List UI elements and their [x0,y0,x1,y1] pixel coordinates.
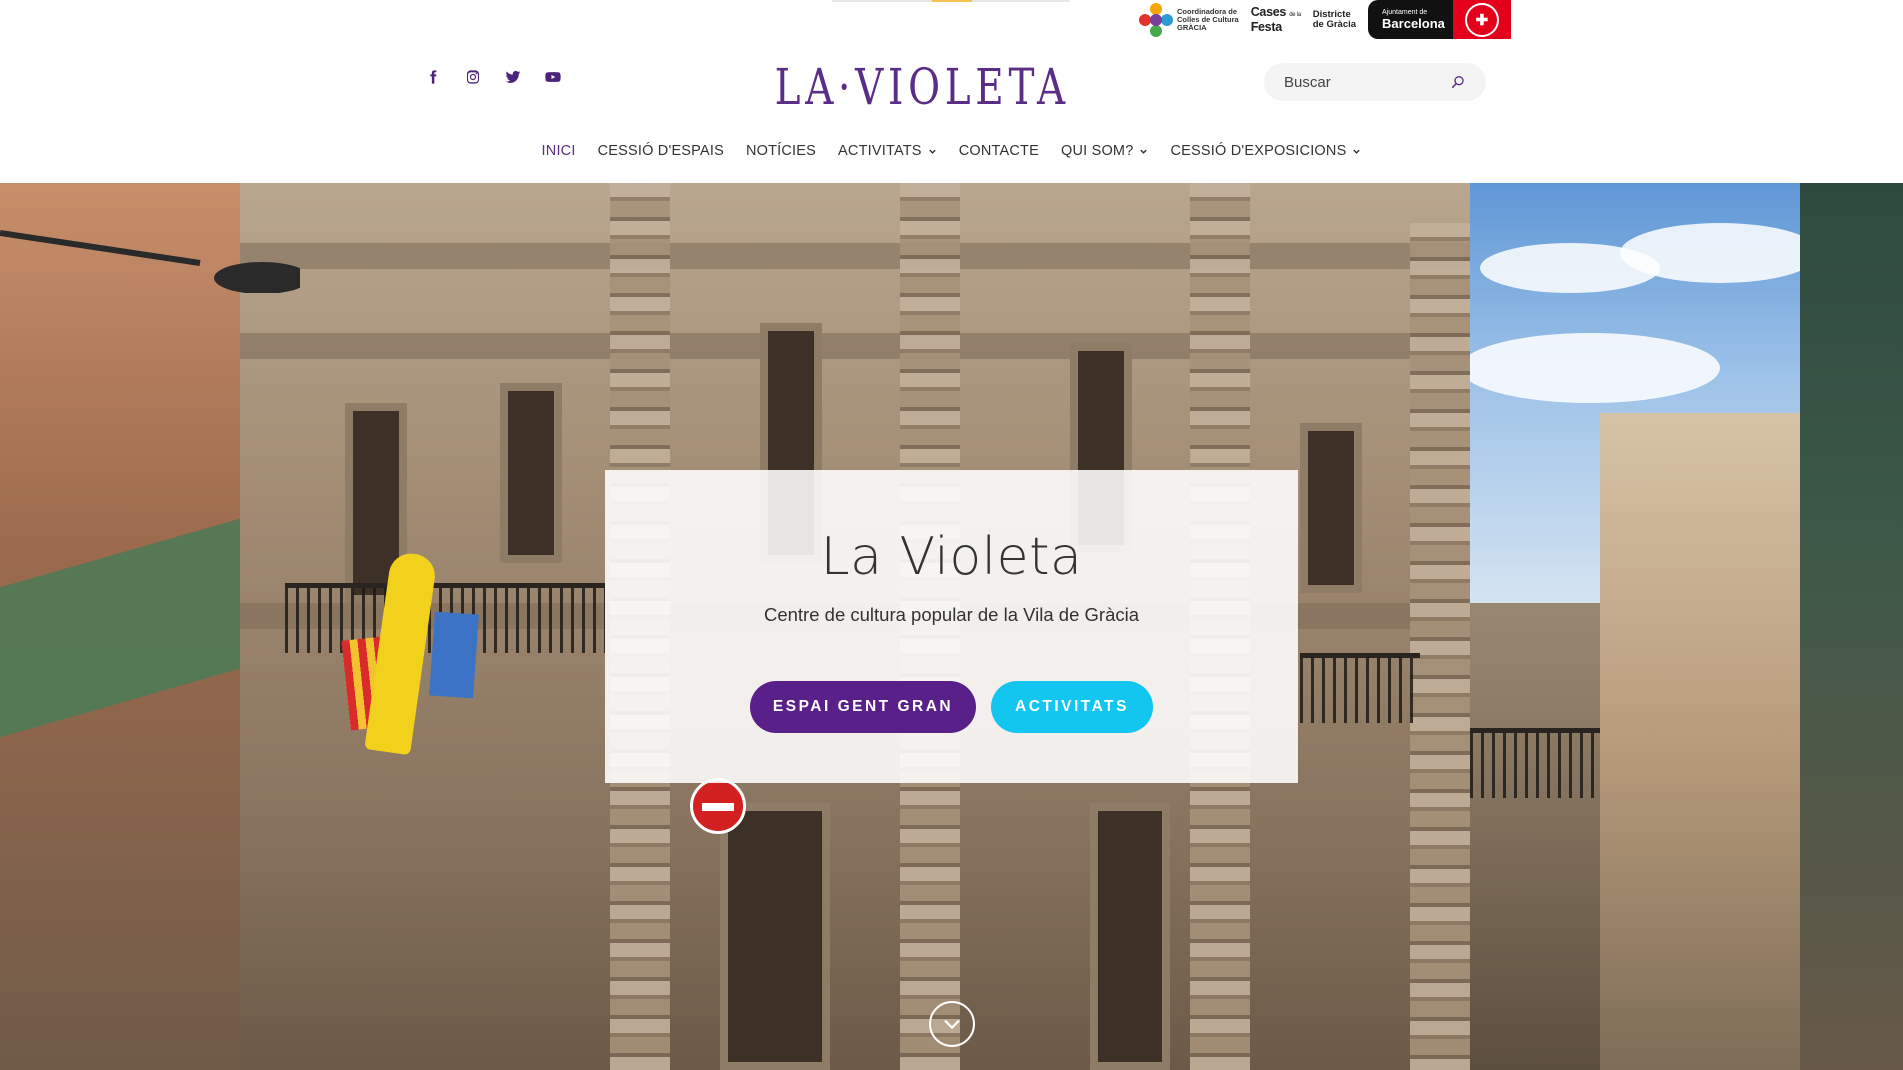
twitter-icon[interactable] [503,66,523,88]
hero-window [1300,423,1362,593]
ajuntament-barcelona-logo[interactable]: Ajuntament de Barcelona ✚ [1368,0,1511,39]
chevron-down-icon [1353,149,1361,154]
nav-item-cessio-espais[interactable]: Cessió d'espais [598,143,724,159]
coordinadora-text: Coordinadora de Colles de Cultura GRÀCIA [1177,6,1239,32]
partner-logos: Coordinadora de Colles de Cultura GRÀCIA… [1133,0,1511,39]
youtube-icon[interactable] [543,66,563,88]
nav-item-cessio-exposicions[interactable]: Cessió d'exposicions [1170,143,1361,159]
main-navigation: Inici Cessió d'espais Notícies Activitat… [0,143,1903,159]
site-logo-text: LA·VIOLETA [774,58,1070,116]
chevron-down-icon [944,1020,960,1030]
street-lamp-icon [0,230,300,293]
ajuntament-big-text: Barcelona [1382,15,1445,31]
search-icon[interactable] [1450,74,1466,90]
search-input[interactable] [1284,73,1434,91]
site-logo[interactable]: LA·VIOLETA [774,59,1065,115]
nav-item-label: Inici [541,143,576,159]
nav-item-label: Activitats [838,143,922,159]
nav-item-label: Notícies [745,143,817,159]
nav-item-label: Contacte [958,143,1039,159]
cases-festa-logo[interactable]: Cases de la Festa [1245,0,1307,39]
activitats-button[interactable]: Activitats [991,681,1153,733]
hero-window [1090,803,1170,1070]
nav-item-label: Qui som? [1060,143,1134,159]
social-links [423,66,563,88]
espai-gent-gran-button[interactable]: Espai gent gran [750,681,976,733]
facebook-icon[interactable] [423,66,443,88]
no-entry-sign-icon [690,778,746,834]
coordinadora-logo[interactable]: Coordinadora de Colles de Cultura GRÀCIA [1133,0,1245,39]
nav-item-label: Cessió d'exposicions [1170,143,1347,159]
nav-item-qui-som[interactable]: Qui som? [1061,143,1149,159]
search-box [1264,63,1486,101]
chevron-down-icon [928,149,936,154]
hero-card [605,470,1298,783]
scroll-down-button[interactable] [929,1001,975,1047]
cases-text: Cases [1250,5,1287,19]
hero-title: La Violeta [820,527,1083,587]
partner-strip: Coordinadora de Colles de Cultura GRÀCIA… [0,0,1903,40]
hero-balcony [1300,653,1420,723]
nav-item-contacte[interactable]: Contacte [959,143,1039,159]
hero-subtitle: Centre de cultura popular de la Vila de … [763,604,1140,625]
hero-cornice [240,243,1470,269]
hero-window [500,383,562,563]
nav-item-noticies[interactable]: Notícies [746,143,816,159]
blue-flag [429,611,479,699]
districte-gracia-logo[interactable]: Districte de Gràcia [1307,0,1362,39]
nav-item-inici[interactable]: Inici [542,143,576,159]
chevron-down-icon [1140,149,1148,154]
instagram-icon[interactable] [463,66,483,88]
nav-item-activitats[interactable]: Activitats [838,143,937,159]
nav-item-label: Cessió d'espais [597,143,724,159]
top-accent-bar [832,0,1070,2]
hero-window [720,803,830,1070]
hero-balcony [1470,728,1610,798]
hero-building-edge [1800,183,1903,1070]
barcelona-shield-icon: ✚ [1452,0,1511,39]
festa-text: Festa [1250,20,1282,34]
coordinadora-dots-icon [1139,2,1173,37]
cases-small-text: de la [1289,12,1301,18]
hero-pilaster [1410,223,1470,1070]
hero-cornice [240,333,1470,359]
